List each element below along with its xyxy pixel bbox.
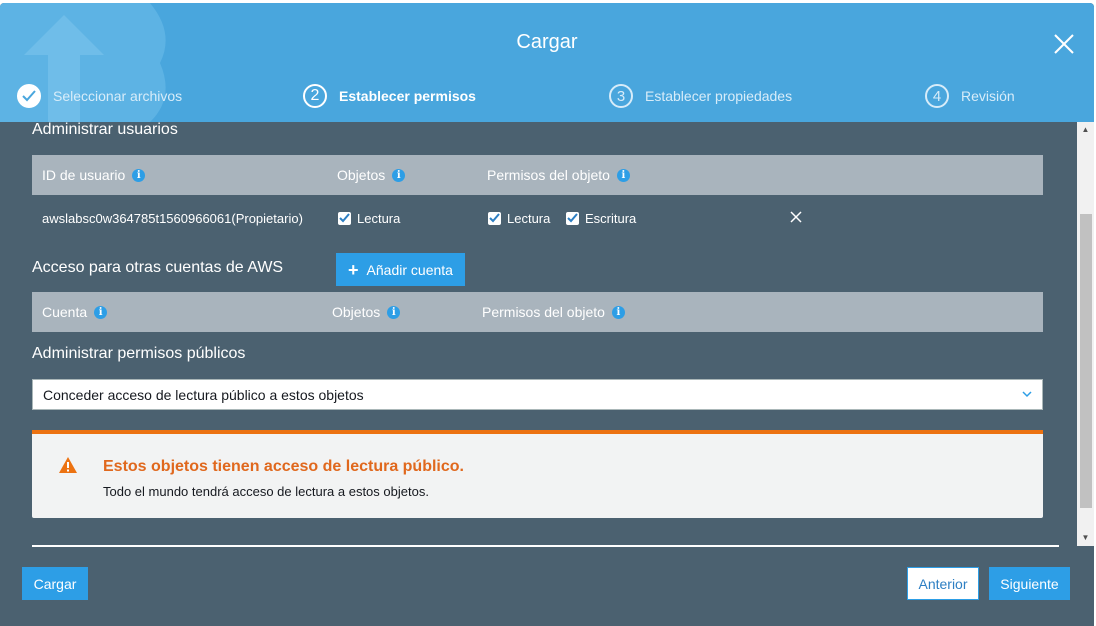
info-icon[interactable]: i	[132, 168, 146, 182]
warning-text: Todo el mundo tendrá acceso de lectura a…	[103, 484, 429, 499]
users-table-header: ID de usuario i Objetos i Permisos del obj…	[32, 155, 1043, 195]
users-section-title: Administrar usuarios	[32, 121, 178, 138]
remove-user-icon[interactable]	[789, 210, 803, 224]
info-icon[interactable]: i	[611, 305, 625, 319]
info-icon[interactable]: i	[392, 168, 406, 182]
column-header: Objetos i	[332, 292, 401, 332]
close-icon[interactable]	[1051, 31, 1077, 57]
column-header: Permisos del objeto i	[482, 292, 625, 332]
add-account-button[interactable]: + Añadir cuenta	[336, 253, 465, 286]
checkbox-checked-icon	[566, 211, 579, 225]
warning-icon	[59, 457, 77, 473]
objects-read-checkbox[interactable]: Lectura	[338, 203, 400, 233]
modal-title: Cargar	[516, 31, 578, 53]
column-header: Cuenta i	[42, 292, 108, 332]
step-label: Revisión	[961, 88, 1015, 104]
divider	[32, 545, 1059, 547]
public-access-warning: Estos objetos tienen acceso de lectura p…	[32, 430, 1043, 518]
accounts-table-header: Cuenta i Objetos i Permisos del objeto i	[32, 292, 1043, 332]
step-label: Establecer propiedades	[645, 88, 793, 104]
previous-button[interactable]: Anterior	[907, 567, 979, 600]
public-permissions-select[interactable]: Conceder acceso de lectura público a est…	[32, 379, 1043, 410]
scroll-up-icon[interactable]: ▲	[1077, 122, 1094, 138]
info-icon[interactable]: i	[616, 168, 630, 182]
accounts-section-title: Acceso para otras cuentas de AWS	[32, 259, 284, 276]
step-label: Establecer permisos	[339, 88, 476, 104]
check-circle-icon	[17, 84, 41, 108]
step-set-properties[interactable]: 3 Establecer propiedades	[609, 82, 792, 110]
user-id: awslabsc0w364785t1560966061(Propietario)	[42, 210, 303, 226]
table-row: awslabsc0w364785t1560966061(Propietario)…	[32, 203, 1043, 233]
info-icon[interactable]: i	[94, 305, 108, 319]
column-header: Permisos del objeto i	[487, 155, 630, 195]
perm-read-checkbox[interactable]: Lectura	[488, 203, 550, 233]
step-label: Seleccionar archivos	[53, 88, 183, 104]
upload-button[interactable]: Cargar	[22, 567, 88, 600]
modal-header: Cargar Seleccionar archivos 2 Establecer…	[0, 3, 1094, 122]
checkbox-checked-icon	[488, 211, 501, 225]
plus-icon: +	[348, 259, 359, 280]
checkbox-checked-icon	[338, 211, 351, 225]
step-select-files[interactable]: Seleccionar archivos	[17, 82, 182, 110]
step-number: 4	[925, 84, 949, 108]
public-section-title: Administrar permisos públicos	[32, 345, 246, 362]
next-button[interactable]: Siguiente	[989, 567, 1070, 600]
column-header: ID de usuario i	[42, 155, 146, 195]
column-header: Objetos i	[337, 155, 406, 195]
step-number: 2	[303, 84, 327, 108]
scrollbar-thumb[interactable]	[1080, 214, 1092, 508]
perm-write-checkbox[interactable]: Escritura	[566, 203, 636, 233]
step-set-permissions[interactable]: 2 Establecer permisos	[303, 82, 476, 110]
warning-title: Estos objetos tienen acceso de lectura p…	[103, 458, 464, 475]
info-icon[interactable]: i	[387, 305, 401, 319]
step-review[interactable]: 4 Revisión	[925, 82, 1015, 110]
chevron-down-icon	[1022, 391, 1032, 398]
upload-modal: Cargar Seleccionar archivos 2 Establecer…	[0, 3, 1094, 626]
scroll-down-icon[interactable]: ▼	[1077, 530, 1094, 546]
step-number: 3	[609, 84, 633, 108]
